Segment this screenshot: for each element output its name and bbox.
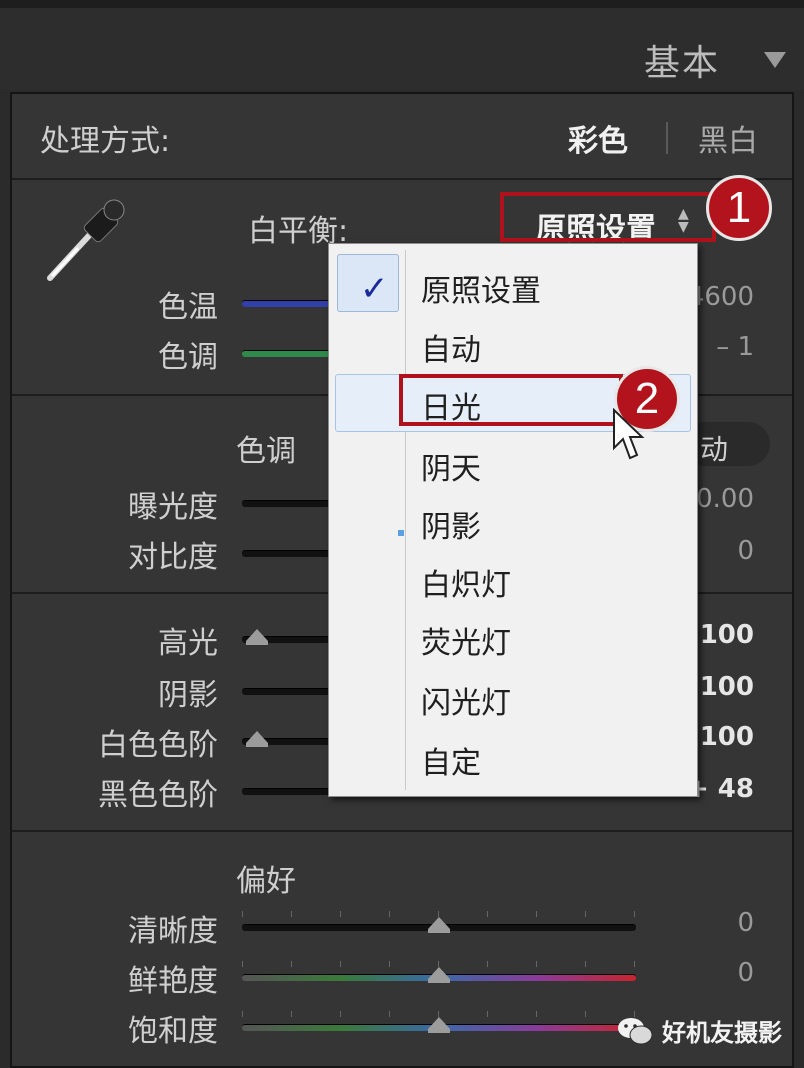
blacks-label: 黑色色阶	[98, 778, 218, 813]
bw-option[interactable]: 黑白	[698, 116, 758, 160]
exposure-label: 曝光度	[128, 490, 218, 525]
vibrance-slider[interactable]	[242, 961, 636, 983]
menu-item-as-shot[interactable]: 原照设置	[329, 256, 697, 314]
temp-label: 色温	[158, 290, 218, 325]
menu-item-flash[interactable]: 闪光灯	[329, 668, 697, 726]
shadows-slider[interactable]	[242, 688, 332, 695]
blacks-slider[interactable]	[242, 788, 332, 795]
wechat-icon	[618, 1017, 653, 1044]
panel-title: 基本	[643, 43, 720, 84]
saturation-label: 饱和度	[128, 1014, 218, 1049]
tint-label: 色调	[158, 340, 218, 375]
treatment-section: 处理方式: 彩色 黑白	[12, 94, 792, 180]
exposure-slider[interactable]	[242, 500, 332, 507]
panel-header[interactable]: 基本	[0, 8, 804, 90]
watermark-text: 好机友摄影	[662, 1019, 782, 1047]
saturation-thumb[interactable]	[428, 1017, 450, 1033]
vibrance-value[interactable]: 0	[664, 958, 754, 988]
eyedropper-icon[interactable]	[38, 192, 134, 292]
highlights-slider[interactable]	[242, 629, 332, 645]
clarity-value[interactable]: 0	[664, 908, 754, 938]
wb-dropdown-highlight	[500, 192, 716, 242]
contrast-label: 对比度	[128, 540, 218, 575]
step-badge-1: 1	[706, 175, 772, 241]
menu-item-auto[interactable]: 自动	[329, 315, 697, 373]
clarity-slider[interactable]	[242, 911, 636, 933]
vibrance-thumb[interactable]	[428, 967, 450, 983]
treatment-label: 处理方式:	[40, 124, 171, 159]
mouse-cursor-icon	[612, 407, 646, 466]
clarity-label: 清晰度	[128, 914, 218, 949]
treatment-divider	[666, 122, 668, 154]
highlights-thumb[interactable]	[246, 629, 268, 645]
tone-header: 色调	[236, 434, 296, 469]
auto-button-label: 动	[700, 433, 729, 466]
clarity-thumb[interactable]	[428, 917, 450, 933]
daylight-highlight	[399, 374, 623, 426]
menu-item-fluorescent[interactable]: 荧光灯	[329, 608, 697, 666]
collapse-triangle-icon[interactable]	[764, 52, 786, 68]
whites-slider[interactable]	[242, 731, 332, 747]
presence-header: 偏好	[236, 864, 296, 899]
wb-dropdown-menu: ✓ 原照设置 自动 日光 阴天 阴影 白炽灯 荧光灯 闪光灯 自定	[328, 243, 698, 797]
whites-thumb[interactable]	[246, 731, 268, 747]
watermark: 好机友摄影	[616, 1013, 782, 1048]
whites-label: 白色色阶	[98, 728, 218, 763]
menu-item-shade[interactable]: 阴影	[329, 492, 697, 550]
vibrance-label: 鲜艳度	[128, 964, 218, 999]
tint-slider[interactable]	[242, 350, 332, 357]
contrast-slider[interactable]	[242, 550, 332, 557]
resize-handle	[398, 530, 404, 536]
temp-slider[interactable]	[242, 300, 332, 307]
color-option[interactable]: 彩色	[568, 116, 628, 160]
shadows-label: 阴影	[158, 678, 218, 713]
menu-item-tungsten[interactable]: 白炽灯	[329, 550, 697, 608]
highlights-label: 高光	[158, 626, 218, 661]
menu-item-custom[interactable]: 自定	[329, 728, 697, 786]
saturation-slider[interactable]	[242, 1011, 636, 1033]
